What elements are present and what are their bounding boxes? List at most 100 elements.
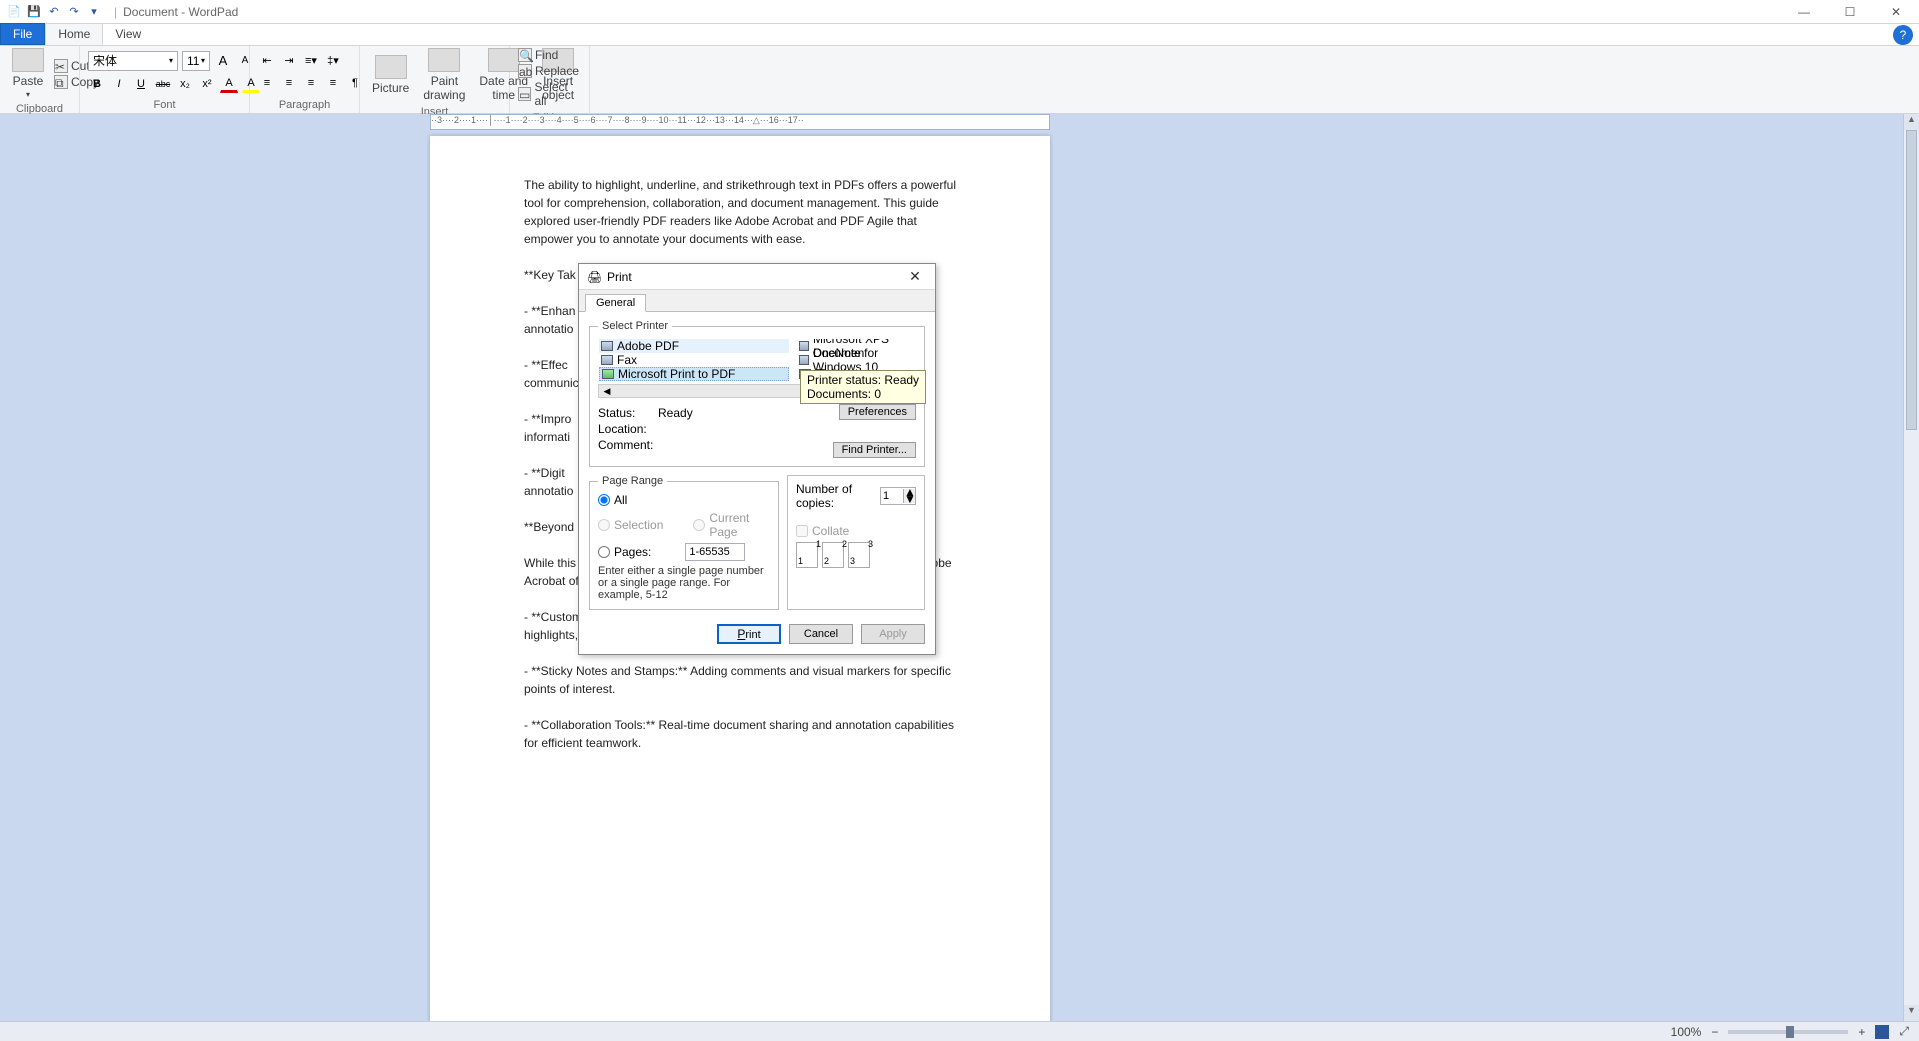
zoom-value: 100% [1671,1025,1702,1039]
ruler-bar: ··3····2····1····│····1····2····3····4··… [0,114,1903,132]
pages-radio[interactable]: Pages: [598,543,770,561]
ribbon: Paste▾ ✂Cut ⧉Copy Clipboard 宋体▾ 11▾ A A … [0,46,1919,114]
grow-font-button[interactable]: A [214,52,232,70]
general-tab[interactable]: General [585,294,646,312]
align-left-button[interactable]: ≡ [258,74,276,92]
collate-page-icon: 2 [822,542,844,568]
scroll-down-icon[interactable]: ▼ [1904,1005,1919,1021]
paragraph-group: ⇤ ⇥ ≡▾ ‡▾ ≡ ≡ ≡ ≡ ¶ Paragraph [250,46,360,113]
save-icon[interactable]: 💾 [26,4,42,20]
font-label: Font [80,97,249,113]
bold-button[interactable]: B [88,75,106,93]
font-family-select[interactable]: 宋体▾ [88,51,178,71]
print-dialog: 🖨 Print ✕ General Select Printer Adobe P… [578,263,936,655]
all-radio[interactable]: All [598,493,770,507]
decrease-indent-button[interactable]: ⇤ [258,52,276,70]
redo-icon[interactable]: ↷ [66,4,82,20]
italic-button[interactable]: I [110,75,128,93]
print-button[interactable]: PPrintrint [717,624,781,644]
printer-icon [601,341,613,351]
printer-item-msprint[interactable]: Microsoft Print to PDF [599,367,789,381]
zoom-knob[interactable] [1786,1026,1794,1038]
app-icon: 📄 [6,4,22,20]
font-color-button[interactable]: A [220,75,238,93]
select-all-icon: ▭ [518,87,531,101]
scroll-left-icon[interactable]: ◀ [599,386,615,397]
printer-icon [799,355,809,365]
cancel-button[interactable]: Cancel [789,624,853,644]
paragraph[interactable]: - **Collaboration Tools:** Real-time doc… [524,716,956,752]
collate-page-icon: 3 [848,542,870,568]
printer-tooltip: Printer status: Ready Documents: 0 [800,370,926,404]
fullscreen-icon[interactable]: ⤢ [1899,1024,1909,1039]
tooltip-line: Printer status: Ready [807,373,919,387]
copies-group: Number of copies: ▲▼ Collate 1 2 3 [787,475,925,610]
bullets-button[interactable]: ≡▾ [302,52,320,70]
undo-icon[interactable]: ↶ [46,4,62,20]
preferences-button[interactable]: Preferences [839,404,916,420]
paste-icon [12,48,44,72]
dialog-footer: PPrintrint Cancel Apply [589,618,925,644]
justify-button[interactable]: ≡ [324,74,342,92]
dialog-titlebar[interactable]: 🖨 Print ✕ [579,264,935,290]
printer-item-fax[interactable]: Fax [599,353,789,367]
copies-spinner[interactable]: ▲▼ [880,487,916,505]
align-right-button[interactable]: ≡ [302,74,320,92]
line-spacing-button[interactable]: ‡▾ [324,52,342,70]
printer-icon [799,341,809,351]
maximize-button[interactable]: ☐ [1827,0,1873,24]
window-title: Document - WordPad [123,5,238,19]
paragraph[interactable]: The ability to highlight, underline, and… [524,176,956,248]
underline-button[interactable]: U [132,75,150,93]
paint-drawing-button[interactable]: Paint drawing [419,48,469,102]
clipboard-group: Paste▾ ✂Cut ⧉Copy Clipboard [0,46,80,113]
zoom-out-button[interactable]: − [1711,1025,1718,1039]
dialog-close-button[interactable]: ✕ [903,268,927,285]
minimize-button[interactable]: — [1781,0,1827,24]
help-icon[interactable]: ? [1893,25,1913,45]
insert-group: Picture Paint drawing Date and time Inse… [360,46,510,113]
document-area: ··3····2····1····│····1····2····3····4··… [0,114,1919,1021]
close-button[interactable]: ✕ [1873,0,1919,24]
view-mode-icon[interactable] [1875,1025,1889,1039]
page-range-label: Page Range [598,475,667,487]
selection-radio: Selection [598,511,663,539]
dialog-title: Print [607,270,632,284]
paragraph-label: Paragraph [250,97,359,113]
increase-indent-button[interactable]: ⇥ [280,52,298,70]
picture-button[interactable]: Picture [368,55,413,95]
file-tab[interactable]: File [0,23,45,45]
find-printer-button[interactable]: Find Printer... [833,442,916,458]
window-controls: — ☐ ✕ [1781,0,1919,24]
vertical-scrollbar[interactable]: ▲ ▼ [1903,114,1919,1021]
status-label: Status: [598,406,658,420]
subscript-button[interactable]: x₂ [176,75,194,93]
printer-item-adobe[interactable]: Adobe PDF [599,339,789,353]
page-range-hint: Enter either a single page number or a s… [598,565,770,601]
qat-dropdown-icon[interactable]: ▾ [86,4,102,20]
strike-button[interactable]: abc [154,75,172,93]
page-range-group: Page Range All Selection Current Page Pa… [589,475,779,610]
comment-label: Comment: [598,438,658,452]
view-tab[interactable]: View [103,23,153,45]
scroll-up-icon[interactable]: ▲ [1904,114,1919,130]
status-value: Ready [658,406,693,420]
zoom-slider[interactable] [1728,1030,1848,1034]
ribbon-tabs: File Home View ? [0,24,1919,46]
horizontal-ruler[interactable]: ··3····2····1····│····1····2····3····4··… [430,114,1050,130]
paragraph[interactable]: - **Sticky Notes and Stamps:** Adding co… [524,662,956,698]
find-button[interactable]: 🔍Find [518,48,581,62]
select-all-button[interactable]: ▭Select all [518,80,581,108]
home-tab[interactable]: Home [45,23,103,45]
scroll-thumb[interactable] [1906,130,1917,430]
find-icon: 🔍 [518,48,532,62]
current-page-radio: Current Page [693,511,770,539]
zoom-in-button[interactable]: + [1858,1025,1865,1039]
align-center-button[interactable]: ≡ [280,74,298,92]
pages-input[interactable] [685,543,745,561]
title-bar: 📄 💾 ↶ ↷ ▾ | Document - WordPad — ☐ ✕ [0,0,1919,24]
paste-button[interactable]: Paste▾ [8,48,48,99]
superscript-button[interactable]: x² [198,75,216,93]
replace-button[interactable]: abReplace [518,64,581,78]
font-size-select[interactable]: 11▾ [182,51,210,71]
